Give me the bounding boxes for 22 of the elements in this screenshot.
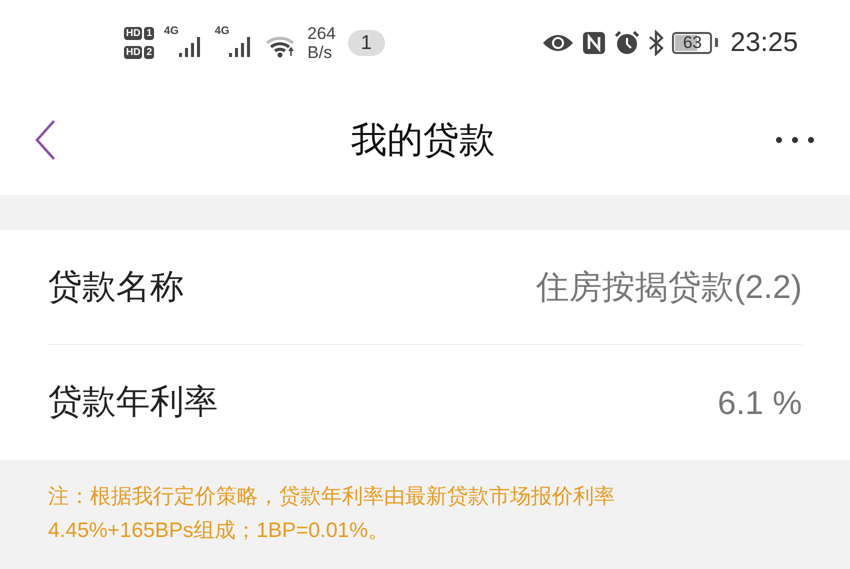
field-label: 贷款年利率 [48, 382, 218, 423]
field-value: 住房按揭贷款(2.2) [536, 267, 802, 308]
network-type-label: 4G [214, 26, 230, 36]
clock-time: 23:25 [730, 26, 798, 60]
hd-badge: HD [124, 26, 142, 40]
rate-note: 注：根据我行定价策略，贷款年利率由最新贷款市场报价利率4.45%+165BPs组成；1BP=0.01%。 [48, 484, 616, 544]
page-title: 我的贷款 [351, 118, 495, 162]
field-value: 6.1 % [718, 382, 802, 423]
field-label: 贷款名称 [48, 266, 184, 308]
sim-slot-badge: 1 [144, 26, 154, 40]
eye-icon [542, 32, 574, 52]
sim-slot-badge: 2 [144, 46, 154, 58]
hd-badge: HD [124, 46, 142, 58]
network-type-label: 4G [164, 26, 179, 36]
notification-count: 1 [348, 30, 385, 56]
network-speed-value: 264 [307, 24, 336, 42]
bluetooth-icon [648, 30, 664, 56]
nfc-icon [582, 30, 606, 54]
more-icon [775, 136, 815, 144]
battery-percent: 63 [682, 34, 703, 52]
alarm-clock-icon [614, 30, 640, 56]
network-speed-unit: B/s [307, 42, 333, 62]
